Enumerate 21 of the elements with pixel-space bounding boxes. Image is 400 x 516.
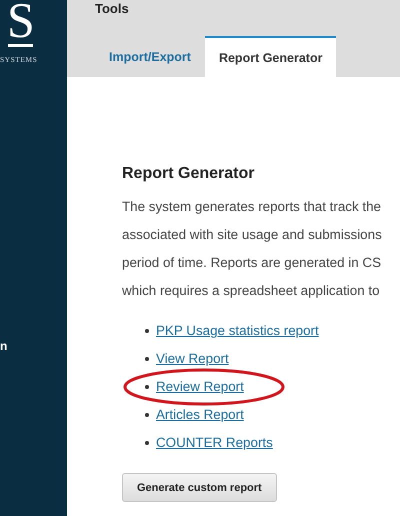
sidebar-item[interactable]: n [0,339,67,353]
description-text: associated with site usage and submissions [122,226,383,244]
tab[interactable]: Report Generator [204,36,336,77]
section-heading: Report Generator [122,165,256,183]
bullet-icon [145,412,149,416]
generate-report-button[interactable]: Generate custom report [122,473,277,502]
report-link[interactable]: Articles Report [156,407,244,422]
bullet-icon [145,384,149,388]
logo-underline [8,44,33,47]
tab[interactable]: Import/Export [95,37,205,77]
report-link[interactable]: PKP Usage statistics report [156,323,319,338]
report-link[interactable]: COUNTER Reports [156,435,273,450]
bullet-icon [145,356,149,360]
description-text: The system generates reports that track the [122,198,382,216]
bullet-icon [145,328,149,332]
report-link[interactable]: View Report [156,351,229,366]
description-text: period of time. Reports are generated in CS [122,254,382,272]
bullet-icon [145,440,149,444]
description-text: which requires a spreadsheet application to [122,282,381,300]
logo-letter: S [7,0,35,42]
page-title: Tools [95,1,130,16]
